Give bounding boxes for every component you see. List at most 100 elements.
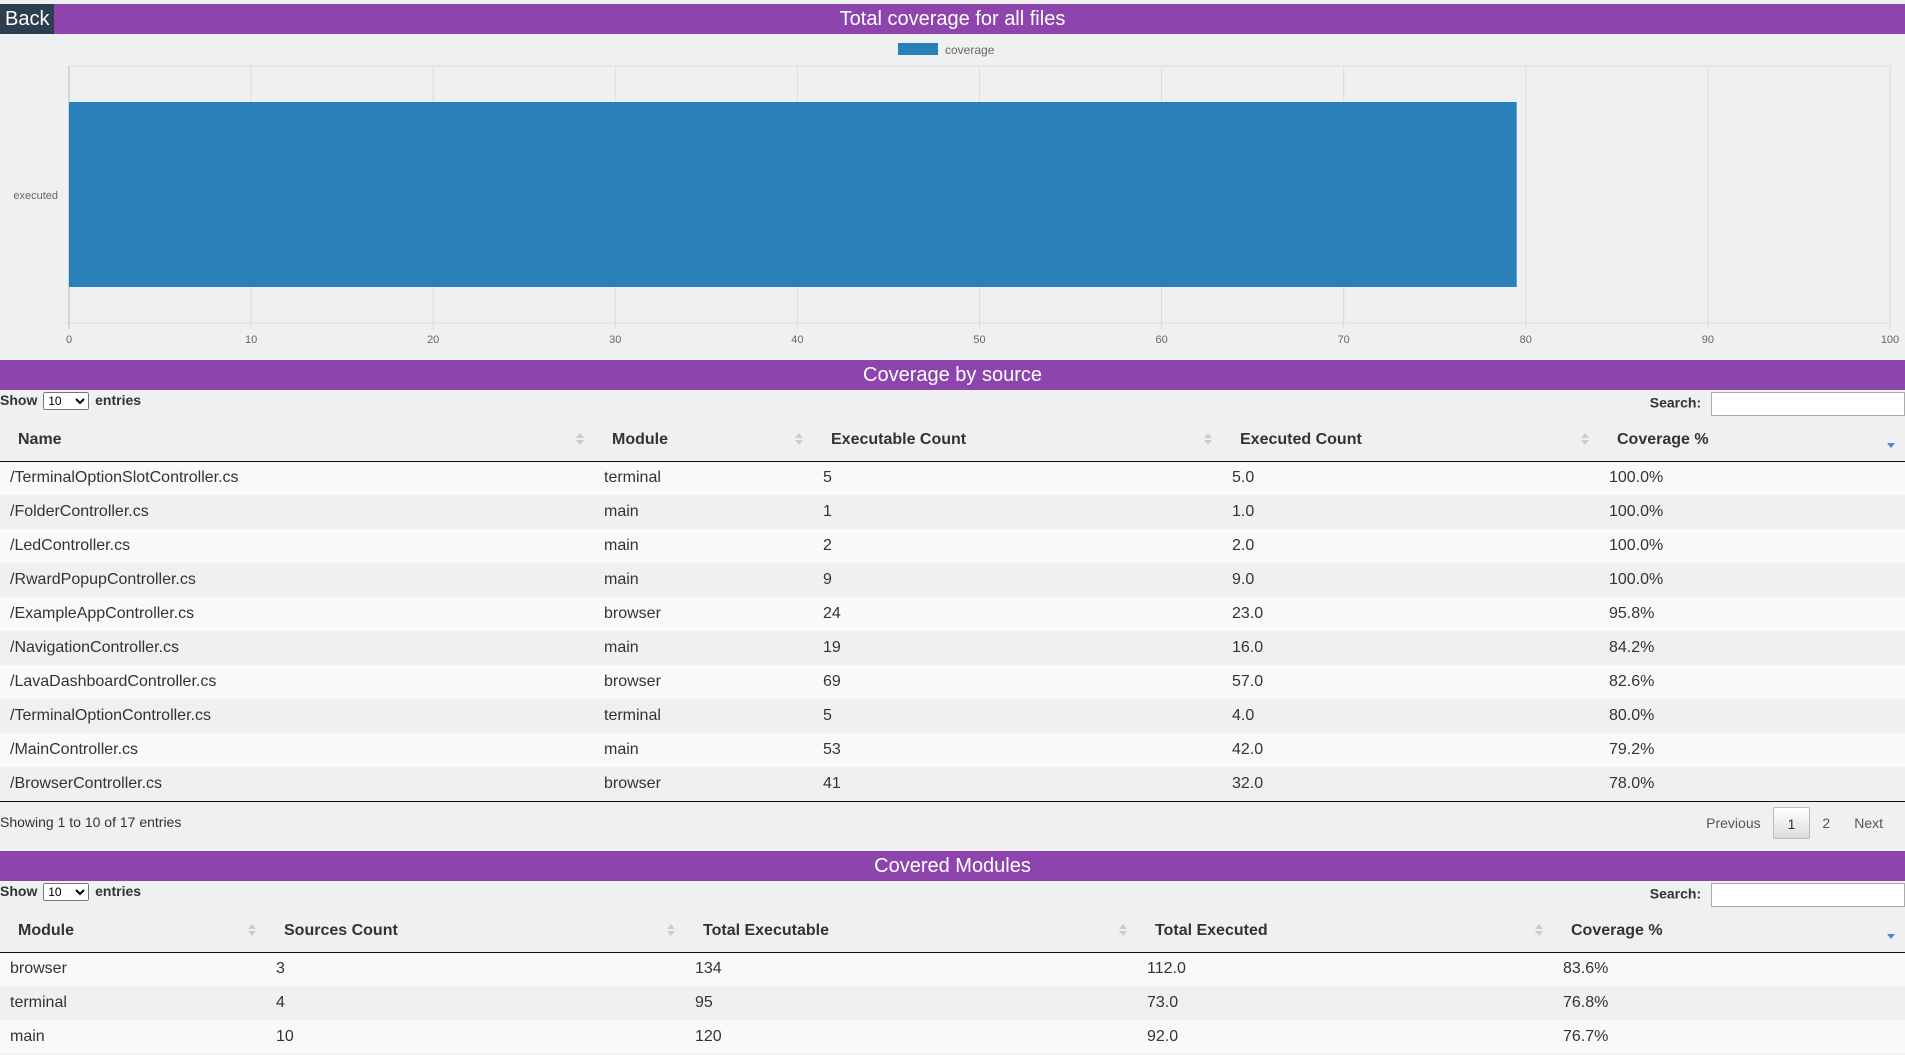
modules-search-input[interactable] [1711, 883, 1905, 907]
sort-icon [1581, 433, 1589, 445]
x-tick-label: 40 [791, 334, 803, 346]
table-cell: main [10, 1028, 45, 1045]
column-label: Executed Count [1240, 430, 1362, 448]
pagination-previous-button[interactable]: Previous [1694, 807, 1772, 839]
column-header-coverage[interactable]: Coverage % [1599, 419, 1905, 462]
x-tick-label: 10 [245, 334, 257, 346]
table-row: /TerminalOptionController.cs terminal 5 4.0… [0, 699, 1905, 733]
sources-show-entries: Show 10 entries [0, 392, 141, 410]
x-tick-label: 60 [1155, 334, 1167, 346]
x-tick-label: 20 [427, 334, 439, 346]
modules-search: Search: [1650, 883, 1905, 907]
column-header-executed-count[interactable]: Executed Count [1222, 419, 1599, 462]
table-row: /FolderController.cs main 1 1.0 100.0% [0, 495, 1905, 529]
x-tick-label: 30 [609, 334, 621, 346]
modules-section-header: Covered Modules [0, 851, 1905, 881]
y-category-label: executed [13, 190, 58, 202]
table-cell: main [604, 503, 639, 520]
column-header-sources-count[interactable]: Sources Count [266, 910, 685, 953]
table-cell: 1 [823, 503, 832, 520]
sources-page-size-select[interactable]: 10 [43, 392, 90, 410]
coverage-chart: coverage 0 10 20 30 40 50 60 70 80 90 100 executed [13, 43, 1899, 346]
column-header-module[interactable]: Module [0, 910, 266, 953]
table-cell: 120 [695, 1028, 722, 1045]
sort-icon [248, 924, 256, 936]
pagination-page-1-button[interactable]: 1 [1772, 807, 1811, 839]
sort-desc-icon [1887, 924, 1895, 939]
table-cell: 23.0 [1232, 605, 1264, 622]
table-cell: 3 [276, 960, 285, 978]
column-header-name[interactable]: Name [0, 419, 594, 462]
table-cell: terminal [10, 994, 67, 1011]
sort-icon [795, 433, 803, 445]
table-cell: 24 [823, 605, 841, 622]
sources-pagination: Previous 1 2 Next [1694, 807, 1895, 839]
table-cell: 95.8% [1609, 605, 1655, 622]
table-cell: browser [604, 605, 661, 622]
table-cell: main [604, 537, 639, 554]
table-cell: /LedController.cs [10, 537, 131, 554]
search-label: Search: [1649, 885, 1702, 902]
table-cell: browser [604, 673, 661, 690]
table-cell: 5.0 [1232, 469, 1255, 487]
table-row: /NavigationController.cs main 19 16.0 84.2% [0, 631, 1905, 665]
modules-table: Module Sources Count Total Executable To… [0, 910, 1905, 1054]
x-tick-label: 90 [1702, 334, 1714, 346]
table-row: /LedController.cs main 2 2.0 100.0% [0, 529, 1905, 563]
table-cell: 57.0 [1232, 673, 1264, 690]
table-cell: 5 [823, 707, 832, 724]
entries-label: entries [95, 392, 142, 408]
chart-section-title: Total coverage for all files [839, 8, 1066, 30]
back-button[interactable]: Back [0, 4, 55, 34]
pagination-page-2-button[interactable]: 2 [1810, 807, 1842, 839]
table-cell: 73.0 [1147, 994, 1179, 1011]
table-cell: browser [10, 960, 67, 978]
table-cell: terminal [604, 469, 661, 487]
table-cell: 79.2% [1609, 741, 1655, 758]
table-cell: 100.0% [1609, 503, 1664, 520]
table-cell: 84.2% [1609, 639, 1655, 656]
table-cell: /NavigationController.cs [10, 639, 179, 656]
x-tick-label: 50 [973, 334, 985, 346]
column-header-coverage[interactable]: Coverage % [1553, 910, 1905, 953]
modules-show-entries: Show 10 entries [0, 883, 141, 901]
table-cell: 9.0 [1232, 571, 1255, 588]
table-cell: 10 [276, 1028, 294, 1045]
search-label: Search: [1649, 394, 1702, 411]
table-cell: 76.8% [1563, 994, 1609, 1011]
modules-section-title: Covered Modules [874, 855, 1031, 877]
table-cell: 112.0 [1147, 960, 1186, 978]
table-cell: main [604, 741, 639, 758]
column-label: Total Executable [703, 921, 829, 939]
table-cell: 100.0% [1609, 571, 1664, 588]
column-label: Module [18, 921, 74, 939]
table-cell: /FolderController.cs [10, 503, 149, 520]
column-header-total-executable[interactable]: Total Executable [685, 910, 1137, 953]
table-cell: 4 [276, 994, 285, 1011]
pagination-next-button[interactable]: Next [1842, 807, 1895, 839]
table-cell: 100.0% [1609, 469, 1664, 487]
sources-search-input[interactable] [1711, 392, 1905, 416]
table-cell: main [604, 639, 639, 656]
legend-swatch [898, 43, 938, 55]
table-cell: 42.0 [1232, 741, 1264, 758]
table-row: terminal 4 95 73.0 76.8% [0, 986, 1905, 1020]
sources-table-info: Showing 1 to 10 of 17 entries [0, 814, 182, 830]
table-cell: 53 [823, 741, 841, 758]
column-label: Executable Count [831, 430, 967, 448]
column-header-executable-count[interactable]: Executable Count [813, 419, 1222, 462]
table-cell: 19 [823, 639, 841, 656]
coverage-bar [69, 102, 1517, 287]
table-cell: /LavaDashboardController.cs [10, 673, 217, 690]
table-cell: 76.7% [1563, 1028, 1609, 1045]
sources-search: Search: [1650, 392, 1905, 416]
sort-icon [1204, 433, 1212, 445]
column-header-module[interactable]: Module [594, 419, 813, 462]
table-cell: 2 [823, 537, 832, 554]
modules-header-row: Module Sources Count Total Executable To… [0, 910, 1905, 953]
modules-page-size-select[interactable]: 10 [43, 883, 90, 901]
chart-section-header: Total coverage for all files [0, 4, 1905, 34]
sort-icon [576, 433, 584, 445]
table-cell: 2.0 [1232, 537, 1255, 554]
column-header-total-executed[interactable]: Total Executed [1137, 910, 1553, 953]
